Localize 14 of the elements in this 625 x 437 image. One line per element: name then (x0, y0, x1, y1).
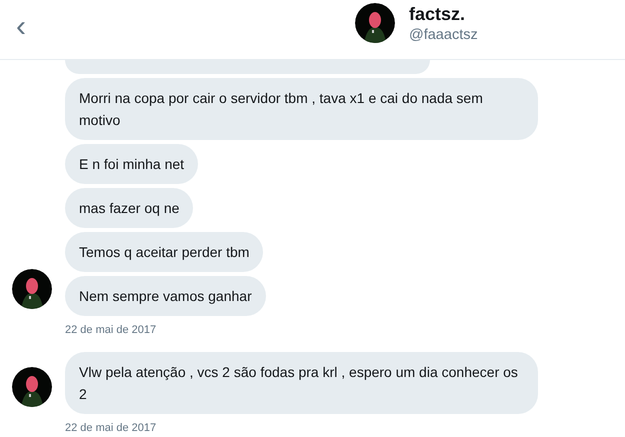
message-bubble: Morri na copa por cair o servidor tbm , tava x1 e cai do nada sem motivo (65, 78, 538, 140)
message-bubble: mas fazer oq ne (65, 188, 194, 228)
message-timestamp: 22 de mai de 2017 (65, 324, 156, 336)
avatar-icon (12, 367, 52, 407)
message-bubble: Nem sempre vamos ganhar (65, 276, 266, 316)
message-timestamp: 22 de mai de 2017 (65, 422, 156, 434)
message-bubble: E n foi minha net (65, 144, 198, 184)
display-name: factsz. (409, 4, 466, 24)
username-handle: @faaactsz (409, 26, 478, 42)
avatar-icon (355, 3, 395, 43)
message-bubble: Vlw pela atenção , vcs 2 são fodas pra krl , espero um dia conhecer os 2 (65, 352, 538, 414)
back-button[interactable]: ‹ (12, 12, 30, 42)
avatar-icon (12, 269, 52, 309)
message-bubble: Temos q aceitar perder tbm (65, 232, 264, 272)
